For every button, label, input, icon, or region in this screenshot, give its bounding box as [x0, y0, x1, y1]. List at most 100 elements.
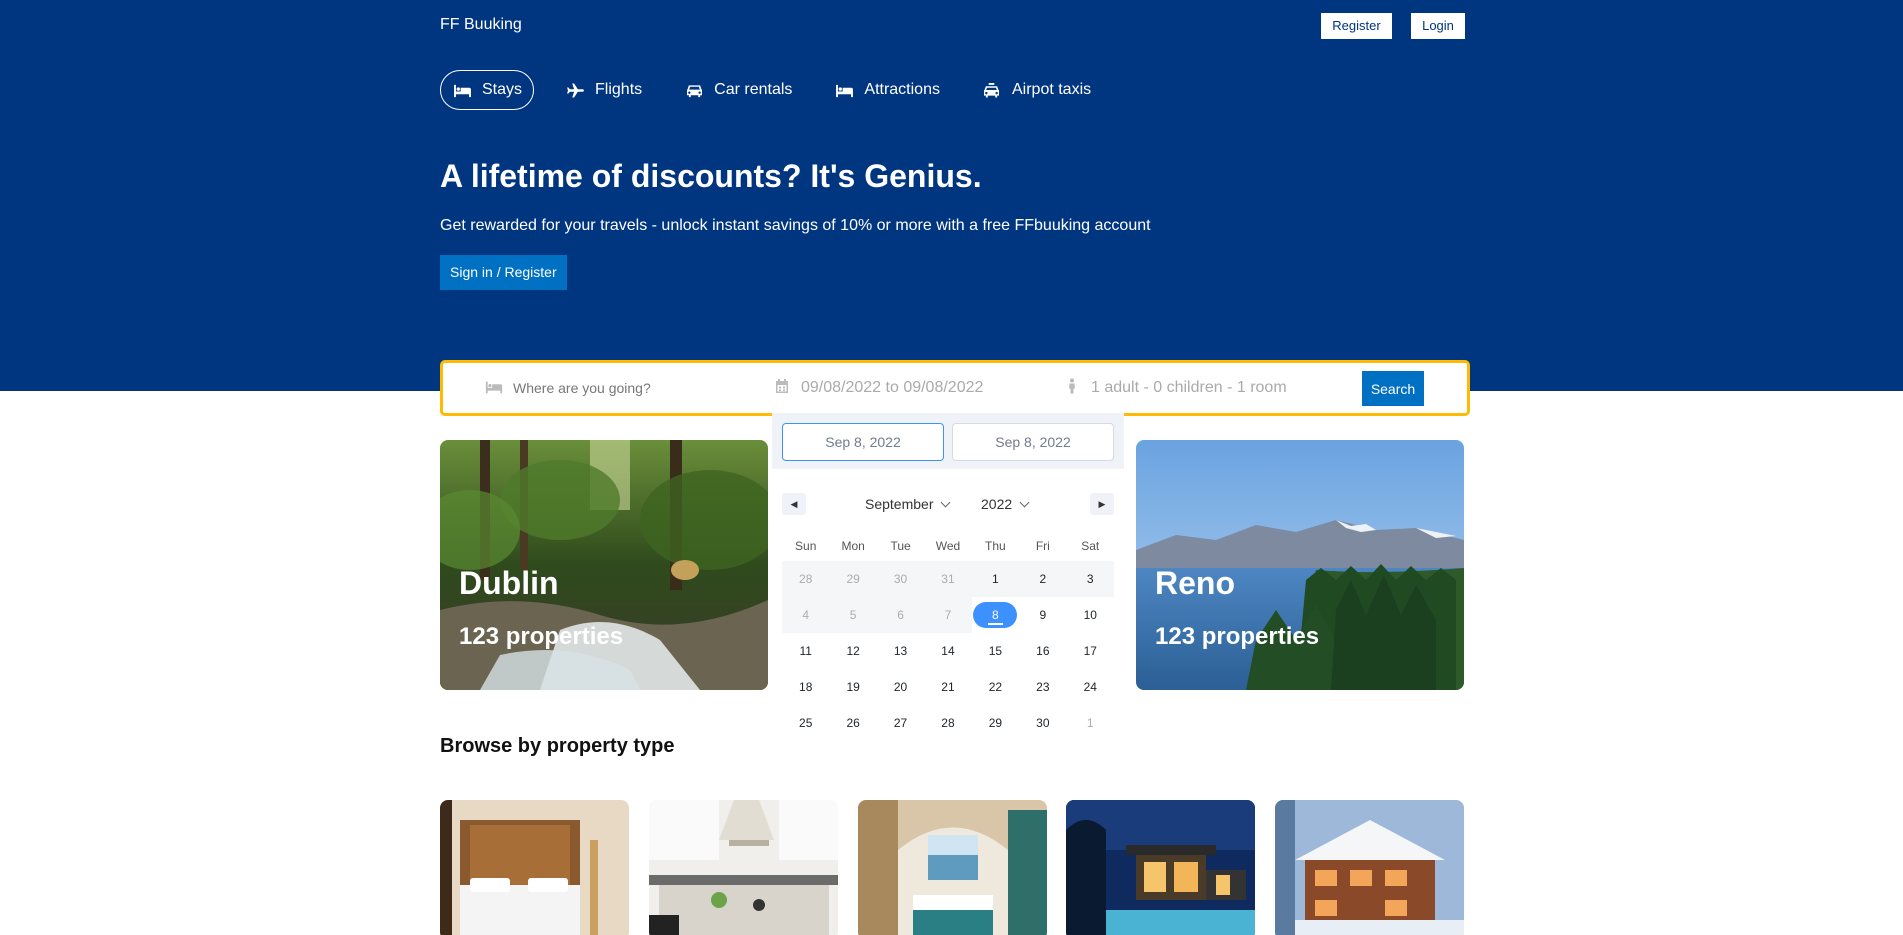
calendar-day[interactable]: 3: [1066, 561, 1114, 597]
login-button[interactable]: Login: [1411, 13, 1465, 39]
end-date-input[interactable]: Sep 8, 2022: [952, 423, 1114, 461]
calendar-day[interactable]: 22: [972, 669, 1019, 705]
property-type-card[interactable]: [649, 800, 838, 935]
villa-photo: [1066, 800, 1255, 935]
search-bar: Where are you going? 09/08/2022 to 09/08…: [440, 360, 1470, 416]
calendar-day[interactable]: 6: [876, 597, 925, 633]
calendar-day[interactable]: 30: [1019, 705, 1066, 741]
main-nav: Stays Flights Car rentals Attractions Ai…: [440, 70, 1122, 110]
calendar-day[interactable]: 12: [829, 633, 876, 669]
caret-right-icon: ▶: [1098, 498, 1106, 509]
day-number: 2: [1039, 572, 1047, 586]
next-month-button[interactable]: ▶: [1090, 493, 1114, 515]
site-logo[interactable]: FF Buuking: [440, 16, 522, 34]
nav-item-stays[interactable]: Stays: [440, 70, 535, 110]
calendar-day[interactable]: 31: [924, 561, 972, 597]
calendar-day[interactable]: 2: [1019, 561, 1067, 597]
calendar-day[interactable]: 15: [972, 633, 1019, 669]
guests-text[interactable]: 1 adult - 0 children - 1 room: [1091, 379, 1287, 397]
calendar-day[interactable]: 27: [877, 705, 924, 741]
calendar-day[interactable]: 1: [971, 561, 1020, 597]
nav-item-label: Car rentals: [714, 81, 793, 98]
calendar-day[interactable]: 16: [1019, 633, 1066, 669]
day-number: 28: [941, 716, 955, 730]
month-label: September: [865, 496, 934, 512]
day-number: 30: [893, 572, 908, 586]
destination-input[interactable]: Where are you going?: [513, 380, 651, 396]
calendar-day[interactable]: 28: [924, 705, 971, 741]
property-type-card[interactable]: [440, 800, 629, 935]
calendar-day[interactable]: 4: [782, 597, 830, 633]
taxi-icon: [982, 82, 1002, 98]
day-number: 6: [897, 608, 904, 622]
day-number: 1: [992, 572, 999, 586]
prev-month-button[interactable]: ◀: [782, 493, 806, 515]
person-icon: [1063, 378, 1081, 399]
day-number: 8: [988, 608, 1003, 625]
search-button[interactable]: Search: [1362, 371, 1424, 406]
calendar-day[interactable]: 29: [829, 561, 877, 597]
calendar-day[interactable]: 11: [782, 633, 829, 669]
destination-field[interactable]: Where are you going?: [485, 363, 651, 413]
nav-item-attractions[interactable]: Attractions: [823, 70, 951, 110]
hero-subtitle: Get rewarded for your travels - unlock i…: [440, 217, 1151, 234]
calendar-day[interactable]: 10: [1067, 597, 1114, 633]
day-number: 19: [846, 680, 860, 694]
calendar-day[interactable]: 25: [782, 705, 829, 741]
start-date-input[interactable]: Sep 8, 2022: [782, 423, 944, 461]
car-icon: [684, 82, 704, 98]
calendar-day[interactable]: 23: [1019, 669, 1066, 705]
day-number: 20: [893, 680, 908, 694]
apartment-kitchen-photo: [649, 800, 838, 935]
calendar-day[interactable]: 7: [924, 597, 972, 633]
hotel-room-photo: [440, 800, 629, 935]
calendar-day[interactable]: 26: [829, 705, 876, 741]
chevron-down-icon: [941, 497, 951, 508]
calendar-day[interactable]: 20: [877, 669, 924, 705]
weekday-label: Thu: [985, 539, 1006, 553]
year-select[interactable]: 2022: [981, 496, 1030, 512]
calendar-day[interactable]: 5: [829, 597, 877, 633]
bed-icon: [452, 82, 472, 98]
calendar-day[interactable]: 24: [1067, 669, 1114, 705]
day-number: 16: [1036, 644, 1050, 658]
calendar-day[interactable]: 21: [924, 669, 971, 705]
calendar-day[interactable]: 30: [876, 561, 925, 597]
day-number: 28: [799, 572, 813, 586]
property-type-card[interactable]: [1275, 800, 1464, 935]
bed-icon: [834, 82, 854, 98]
nav-item-flights[interactable]: Flights: [554, 70, 653, 110]
calendar-day[interactable]: 28: [782, 561, 830, 597]
day-number: 15: [988, 644, 1003, 658]
property-type-card[interactable]: [858, 800, 1047, 935]
calendar-day[interactable]: 19: [829, 669, 876, 705]
selected-day[interactable]: 8: [972, 597, 1019, 633]
guests-field[interactable]: 1 adult - 0 children - 1 room: [1063, 363, 1287, 413]
weekday-label: Wed: [935, 539, 961, 553]
city-property-count: 123 properties: [1155, 623, 1320, 650]
day-number: 27: [893, 716, 908, 730]
city-name: Dublin: [459, 565, 559, 601]
calendar-day[interactable]: 13: [877, 633, 924, 669]
city-card-reno[interactable]: Reno 123 properties: [1136, 440, 1464, 690]
calendar-day[interactable]: 14: [924, 633, 971, 669]
date-field[interactable]: 09/08/2022 to 09/08/2022: [773, 363, 983, 413]
day-number: 29: [988, 716, 1003, 730]
calendar-day[interactable]: 29: [972, 705, 1019, 741]
calendar-day[interactable]: 17: [1067, 633, 1114, 669]
register-button[interactable]: Register: [1321, 13, 1392, 39]
calendar-day[interactable]: 1: [1067, 705, 1114, 741]
calendar-day[interactable]: 9: [1019, 597, 1066, 633]
sign-in-register-button[interactable]: Sign in / Register: [440, 255, 567, 290]
nav-item-airport-taxis[interactable]: Airpot taxis: [971, 70, 1102, 110]
calendar-day[interactable]: 18: [782, 669, 829, 705]
month-select[interactable]: September: [865, 496, 951, 512]
date-range-inputs: Sep 8, 2022 Sep 8, 2022: [772, 413, 1124, 469]
nav-item-car-rentals[interactable]: Car rentals: [673, 70, 803, 110]
property-type-card[interactable]: [1066, 800, 1255, 935]
calendar-days: 28 29 30 31 1 2 3 4 5 6 7 8 9 10 11 12 13 14 15 16 17 18 19 20 2…: [782, 561, 1114, 741]
day-number: 11: [799, 644, 812, 658]
city-card-dublin[interactable]: Dublin 123 properties: [440, 440, 768, 690]
day-number: 1: [1086, 716, 1094, 730]
date-range-text[interactable]: 09/08/2022 to 09/08/2022: [801, 379, 983, 397]
